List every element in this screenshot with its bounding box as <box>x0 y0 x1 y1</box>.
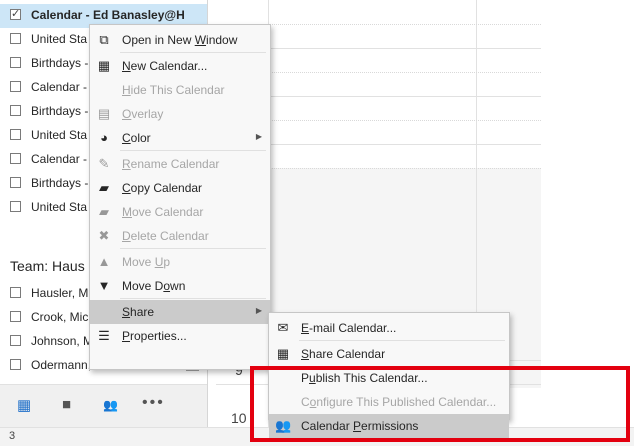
menu-item-label: Color <box>122 131 151 145</box>
menu-item-overlay: ▤ Overlay <box>90 102 270 126</box>
menu-item-label: Move Up <box>122 255 171 269</box>
menu-item-label: Calendar Permissions <box>301 419 419 433</box>
menu-item-label: Share Calendar <box>301 347 386 361</box>
status-item-count: 3 <box>9 430 16 442</box>
team-member-label: Johnson, M <box>31 334 94 348</box>
menu-item-copy-calendar[interactable]: ▰ Copy Calendar <box>90 176 270 200</box>
hour-label-10: 10 <box>231 410 247 426</box>
menu-item-label: Configure This Published Calendar... <box>301 395 497 409</box>
share-item-share-calendar[interactable]: ▦ Share Calendar <box>269 342 509 366</box>
menu-separator <box>120 298 266 299</box>
menu-item-label: Open in New Window <box>122 33 238 47</box>
hide-this-calendar-icon <box>96 82 112 98</box>
menu-item-label: Overlay <box>122 107 164 121</box>
group-header[interactable]: Team: Haus <box>10 258 85 274</box>
configure-this-published-calendar-icon <box>275 394 291 410</box>
team-member-label: Crook, Mic <box>31 310 89 324</box>
delete-calendar-icon: ✖ <box>98 228 110 243</box>
menu-separator <box>120 52 266 53</box>
share-item-calendar-permissions[interactable]: 👥 Calendar Permissions <box>269 414 509 438</box>
menu-item-delete-calendar: ✖ Delete Calendar <box>90 224 270 248</box>
menu-separator <box>299 340 505 341</box>
new-calendar-icon: ▦ <box>97 58 111 73</box>
menu-item-label: E-mail Calendar... <box>301 321 397 335</box>
menu-item-move-calendar: ▰ Move Calendar <box>90 200 270 224</box>
calendar-checkbox[interactable] <box>10 33 21 44</box>
menu-item-new-calendar[interactable]: ▦ New Calendar... <box>90 54 270 78</box>
calendar-permissions-icon: 👥 <box>275 418 292 433</box>
more-icon[interactable]: ••• <box>142 394 165 412</box>
calendar-label: United Sta <box>31 128 88 142</box>
menu-item-label: New Calendar... <box>122 59 208 73</box>
team-member-label: Hausler, M <box>31 286 89 300</box>
chevron-right-icon: ▶ <box>255 306 262 315</box>
menu-item-label: Copy Calendar <box>122 181 203 195</box>
calendar-label: Birthdays - <box>31 176 89 190</box>
menu-item-move-down[interactable]: ▼ Move Down <box>90 274 270 298</box>
calendar-checkbox[interactable] <box>10 311 21 322</box>
calendar-checkbox[interactable] <box>10 177 21 188</box>
calendar-checkbox[interactable] <box>10 57 21 68</box>
calendar-label: Birthdays - <box>31 104 89 118</box>
menu-item-properties[interactable]: ☰ Properties... <box>90 324 270 348</box>
rename-calendar-icon: ✎ <box>98 156 110 171</box>
menu-item-label: Move Down <box>122 279 186 293</box>
e-mail-calendar-icon: ✉ <box>277 320 289 335</box>
calendar-checkbox[interactable] <box>10 81 21 92</box>
calendar-label: Calendar - Ed Banasley@H <box>31 8 185 22</box>
calendar-checkbox[interactable] <box>10 359 21 370</box>
menu-item-color[interactable]: ◕ Color ▶ <box>90 126 270 150</box>
calendar-checkbox[interactable] <box>10 287 21 298</box>
move-down-icon: ▼ <box>97 278 111 293</box>
calendar-context-menu: ⧉ Open in New Window ▦ New Calendar... Hide … <box>89 24 271 370</box>
menu-item-label: Move Calendar <box>122 205 204 219</box>
menu-item-label: Properties... <box>122 329 187 343</box>
share-item-configure-this-published-calendar: Configure This Published Calendar... <box>269 390 509 414</box>
chevron-right-icon: ▶ <box>255 132 262 141</box>
tasks-icon[interactable]: ■ <box>62 396 71 413</box>
menu-item-hide-this-calendar: Hide This Calendar <box>90 78 270 102</box>
navigation-bar: ▦ ■ 👥 ••• <box>0 384 207 428</box>
share-submenu: ✉ E-mail Calendar... ▦ Share Calendar Publis… <box>268 312 510 438</box>
menu-item-label: Share <box>122 305 155 319</box>
share-item-e-mail-calendar[interactable]: ✉ E-mail Calendar... <box>269 316 509 340</box>
calendar-label: Birthdays - <box>31 56 89 70</box>
calendar-checkbox[interactable] <box>10 335 21 346</box>
overlay-icon: ▤ <box>97 106 111 121</box>
people-icon[interactable]: 👥 <box>103 398 118 412</box>
publish-this-calendar-icon <box>275 370 291 386</box>
calendar-checkbox[interactable] <box>10 129 21 140</box>
calendar-checkbox[interactable] <box>10 201 21 212</box>
move-up-icon: ▲ <box>97 254 111 269</box>
share-item-publish-this-calendar[interactable]: Publish This Calendar... <box>269 366 509 390</box>
menu-item-label: Hide This Calendar <box>122 83 225 97</box>
calendar-label: United Sta <box>31 32 88 46</box>
share-calendar-icon: ▦ <box>276 346 290 361</box>
calendar-icon[interactable]: ▦ <box>17 396 31 414</box>
calendar-label: Calendar - <box>31 80 88 94</box>
copy-calendar-icon: ▰ <box>99 180 109 195</box>
calendar-label: Calendar - <box>31 152 88 166</box>
calendar-checkbox[interactable] <box>10 105 21 116</box>
menu-item-label: Rename Calendar <box>122 157 220 171</box>
open-in-new-window-icon: ⧉ <box>99 32 109 47</box>
menu-item-rename-calendar: ✎ Rename Calendar <box>90 152 270 176</box>
calendar-checkbox[interactable] <box>10 7 21 20</box>
menu-separator <box>120 248 266 249</box>
calendar-checkbox[interactable] <box>10 153 21 164</box>
menu-separator <box>120 150 266 151</box>
menu-item-move-up: ▲ Move Up <box>90 250 270 274</box>
properties-icon: ☰ <box>98 328 110 343</box>
menu-item-open-in-new-window[interactable]: ⧉ Open in New Window <box>90 28 270 52</box>
menu-item-label: Publish This Calendar... <box>301 371 428 385</box>
color-icon: ◕ <box>100 130 108 145</box>
menu-item-share[interactable]: Share ▶ <box>90 300 270 324</box>
share-icon <box>96 304 112 320</box>
move-calendar-icon: ▰ <box>99 204 109 219</box>
calendar-label: United Sta <box>31 200 88 214</box>
menu-item-label: Delete Calendar <box>122 229 209 243</box>
